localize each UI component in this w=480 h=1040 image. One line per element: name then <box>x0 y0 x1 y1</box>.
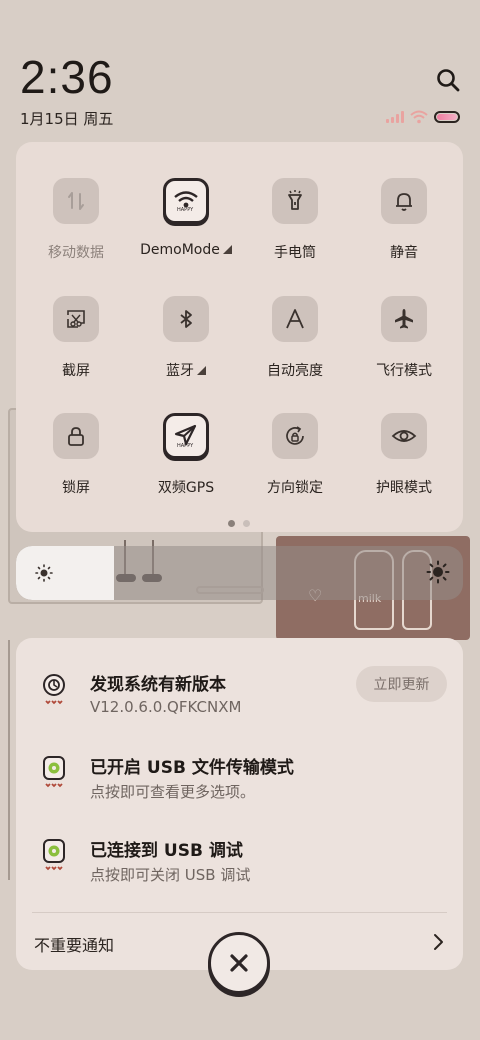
svg-text:HAPPY: HAPPY <box>177 443 194 448</box>
notification-usb-transfer[interactable]: 已开启 USB 文件传输模式 点按即可查看更多选项。 <box>16 753 463 813</box>
eye-icon <box>381 413 427 459</box>
tile-auto-brightness[interactable]: 自动亮度 <box>240 296 350 380</box>
notification-subtitle: V12.0.6.0.QFKCNXM <box>90 698 242 716</box>
tile-label: 锁屏 <box>62 480 90 496</box>
notification-title: 发现系统有新版本 <box>90 675 226 695</box>
bluetooth-icon <box>163 296 209 342</box>
clear-all-button[interactable] <box>208 932 270 994</box>
notification-usb-debugging[interactable]: 已连接到 USB 调试 点按即可关闭 USB 调试 <box>16 836 463 896</box>
tile-demomode[interactable]: HAPPY DemoMode <box>131 178 241 258</box>
tile-eye-care[interactable]: 护眼模式 <box>349 413 459 497</box>
update-now-button[interactable]: 立即更新 <box>356 666 447 702</box>
rotation-lock-icon <box>272 413 318 459</box>
expand-triangle-icon[interactable] <box>222 245 232 254</box>
tile-label: 截屏 <box>62 363 90 379</box>
screenshot-icon <box>53 296 99 342</box>
tile-airplane[interactable]: 飞行模式 <box>349 296 459 380</box>
signal-icon <box>386 111 404 123</box>
wallpaper-line <box>8 640 10 880</box>
tile-label: 蓝牙 <box>166 363 194 379</box>
flashlight-icon <box>272 178 318 224</box>
notification-title: 已连接到 USB 调试 <box>90 841 243 861</box>
tile-dual-gps[interactable]: HAPPY 双频GPS <box>131 413 241 497</box>
tile-label: 移动数据 <box>48 245 104 261</box>
android-usb-icon <box>43 756 65 788</box>
notification-panel: 发现系统有新版本 V12.0.6.0.QFKCNXM 立即更新 已开启 USB … <box>16 638 463 970</box>
tile-rotation-lock[interactable]: 方向锁定 <box>240 413 350 497</box>
tile-label: 飞行模式 <box>376 363 432 379</box>
tile-label: 双频GPS <box>157 480 215 496</box>
tile-label: 自动亮度 <box>267 363 323 379</box>
tile-mute[interactable]: 静音 <box>349 178 459 262</box>
airplane-icon <box>381 296 427 342</box>
notification-subtitle: 点按即可关闭 USB 调试 <box>90 866 251 884</box>
svg-text:HAPPY: HAPPY <box>177 207 194 212</box>
brightness-high-icon <box>426 560 450 584</box>
tile-label: 方向锁定 <box>267 480 323 496</box>
tile-label: 手电筒 <box>274 245 316 261</box>
wifi-icon: HAPPY <box>163 178 209 224</box>
search-icon[interactable] <box>434 66 462 94</box>
tile-label: 静音 <box>390 245 418 261</box>
notification-subtitle: 点按即可查看更多选项。 <box>90 783 256 801</box>
tile-lock-screen[interactable]: 锁屏 <box>21 413 131 497</box>
tile-bluetooth[interactable]: 蓝牙 <box>131 296 241 380</box>
bell-icon <box>381 178 427 224</box>
tile-screenshot[interactable]: 截屏 <box>21 296 131 380</box>
android-usb-icon <box>43 839 65 871</box>
lock-icon <box>53 413 99 459</box>
page-indicator <box>228 520 250 527</box>
divider <box>32 912 447 913</box>
chevron-right-icon[interactable] <box>430 932 446 952</box>
close-icon <box>230 954 248 972</box>
unimportant-notifications-link[interactable]: 不重要通知 <box>34 932 114 956</box>
brightness-slider[interactable] <box>16 546 463 600</box>
auto-brightness-icon <box>272 296 318 342</box>
notification-title: 已开启 USB 文件传输模式 <box>90 758 294 778</box>
tile-label: 护眼模式 <box>376 480 432 496</box>
brightness-low-icon <box>35 564 53 582</box>
status-icons <box>386 110 460 124</box>
update-icon <box>43 674 65 705</box>
tile-label: DemoMode <box>140 242 220 258</box>
battery-icon <box>434 111 460 123</box>
gps-icon: HAPPY <box>163 413 209 459</box>
clock: 2:36 <box>20 51 114 103</box>
mobile-data-icon <box>53 178 99 224</box>
wifi-icon <box>410 110 428 124</box>
tile-flashlight[interactable]: 手电筒 <box>240 178 350 262</box>
notification-system-update[interactable]: 发现系统有新版本 V12.0.6.0.QFKCNXM 立即更新 <box>16 666 463 730</box>
tile-mobile-data[interactable]: 移动数据 <box>21 178 131 262</box>
brightness-fill <box>16 546 115 600</box>
date: 1月15日 周五 <box>20 110 114 128</box>
expand-triangle-icon[interactable] <box>197 366 206 375</box>
